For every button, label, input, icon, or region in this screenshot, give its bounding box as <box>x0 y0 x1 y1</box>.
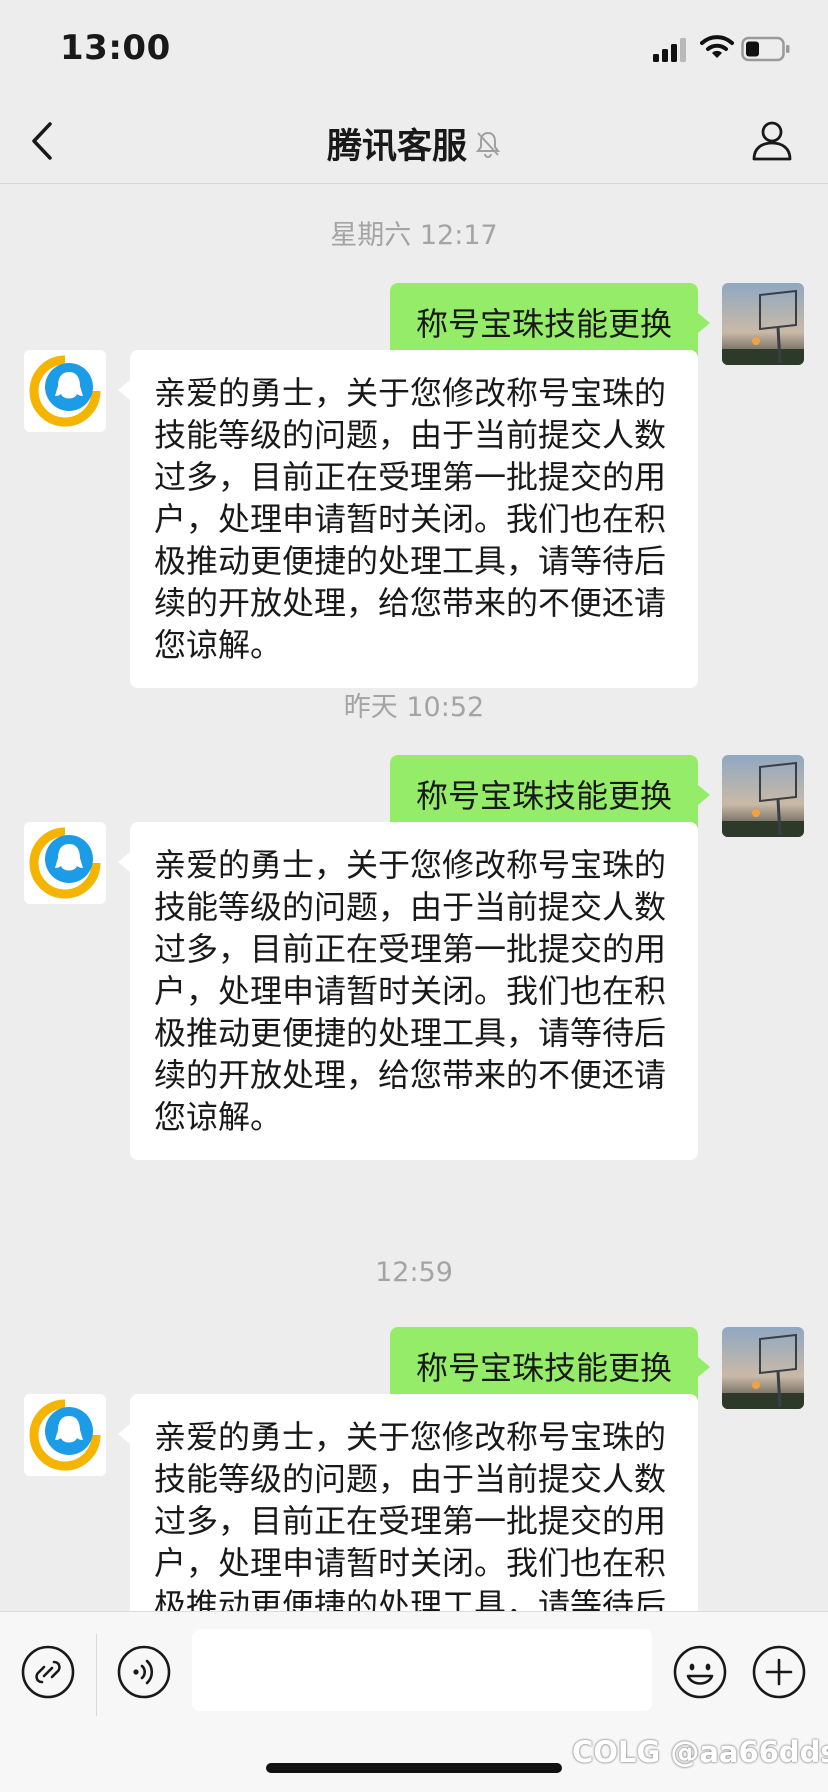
service-avatar[interactable] <box>24 350 106 432</box>
message-timestamp: 星期六 12:17 <box>330 220 498 251</box>
tencent-qq-logo-icon <box>24 1394 106 1476</box>
basketball-hoop-image <box>722 283 804 365</box>
voice-icon[interactable] <box>116 1644 172 1700</box>
user-avatar[interactable] <box>722 1327 804 1409</box>
person-icon[interactable] <box>750 118 794 162</box>
nav-bar: 腾讯客服 <box>0 100 828 184</box>
watermark: COLG @aa66dds <box>572 1735 828 1769</box>
message-timestamp: 12:59 <box>375 1257 453 1288</box>
cellular-signal-icon <box>653 36 689 62</box>
emoji-icon[interactable] <box>672 1644 728 1700</box>
user-avatar[interactable] <box>722 755 804 837</box>
basketball-hoop-image <box>722 755 804 837</box>
status-time: 13:00 <box>60 28 171 68</box>
basketball-hoop-image <box>722 1327 804 1409</box>
user-avatar[interactable] <box>722 283 804 365</box>
status-bar: 13:00 <box>0 0 828 100</box>
link-icon[interactable] <box>20 1644 76 1700</box>
home-indicator[interactable] <box>266 1763 562 1773</box>
divider <box>96 1634 97 1716</box>
message-timestamp: 昨天 10:52 <box>343 692 485 723</box>
tencent-qq-logo-icon <box>24 822 106 904</box>
received-message-bubble[interactable]: 亲爱的勇士，关于您修改称号宝珠的技能等级的问题，由于当前提交人数过多，目前正在受… <box>118 1394 698 1611</box>
service-avatar[interactable] <box>24 822 106 904</box>
message-input[interactable] <box>192 1629 652 1711</box>
tencent-qq-logo-icon <box>24 350 106 432</box>
muted-bell-icon <box>476 131 500 158</box>
battery-icon <box>741 36 790 62</box>
received-message-bubble[interactable]: 亲爱的勇士，关于您修改称号宝珠的技能等级的问题，由于当前提交人数过多，目前正在受… <box>118 822 698 1160</box>
plus-icon[interactable] <box>751 1644 807 1700</box>
chat-screen: 13:00 腾讯客服 星期六 12:17 称号宝珠技能更换 亲爱的勇士，关于您修… <box>0 0 828 1792</box>
service-avatar[interactable] <box>24 1394 106 1476</box>
chat-title: 腾讯客服 <box>326 127 467 167</box>
wifi-icon <box>700 35 734 58</box>
message-list[interactable]: 星期六 12:17 称号宝珠技能更换 亲爱的勇士，关于您修改称号宝珠的技能等级的… <box>0 185 828 1611</box>
nav-title-group: 腾讯客服 <box>0 118 828 169</box>
received-message-bubble[interactable]: 亲爱的勇士，关于您修改称号宝珠的技能等级的问题，由于当前提交人数过多，目前正在受… <box>118 350 698 688</box>
